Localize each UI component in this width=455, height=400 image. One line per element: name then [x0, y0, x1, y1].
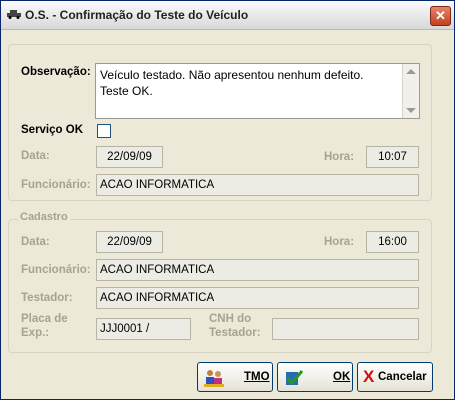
cnh-label-line1: CNH do [209, 313, 252, 325]
cadastro-funcionario-label: Funcionário: [21, 264, 91, 276]
funcionario-field: ACAO INFORMATICA [96, 174, 419, 196]
data-label: Data: [21, 150, 50, 162]
ok-button[interactable]: OK [277, 362, 353, 392]
cadastro-data-label: Data: [21, 236, 50, 248]
servico-ok-label: Serviço OK [21, 124, 83, 136]
cadastro-hora-label: Hora: [324, 236, 355, 248]
scroll-down-icon[interactable] [406, 108, 416, 113]
cancelar-button[interactable]: X Cancelar [357, 362, 433, 392]
car-icon [7, 10, 21, 19]
placa-label-line1: Placa de [21, 313, 68, 325]
scroll-up-icon[interactable] [406, 69, 416, 74]
testador-field: ACAO INFORMATICA [96, 287, 419, 309]
memo-scrollbar[interactable] [402, 64, 419, 118]
servico-ok-checkbox[interactable] [97, 124, 111, 138]
checkmark-icon [285, 370, 304, 386]
people-icon [204, 370, 224, 387]
dialog-window: O.S. - Confirmação do Teste do Veículo ✕… [0, 0, 455, 400]
hora-label: Hora: [324, 151, 355, 163]
testador-label: Testador: [21, 292, 73, 304]
funcionario-label: Funcionário: [21, 179, 91, 191]
close-icon: ✕ [435, 8, 446, 23]
cnh-field [272, 318, 419, 340]
cnh-label-line2: Testador: [209, 327, 261, 339]
cadastro-data-field: 22/09/09 [96, 231, 163, 253]
placa-field: JJJ0001 / [96, 318, 191, 340]
red-x-icon: X [363, 367, 375, 386]
observacao-textarea[interactable]: Veículo testado. Não apresentou nenhum d… [95, 63, 420, 119]
observacao-label: Observação: [21, 66, 91, 78]
cadastro-section-label: Cadastro [18, 211, 70, 223]
data-field: 22/09/09 [96, 146, 163, 168]
tmo-button-label: TMO [244, 371, 270, 383]
window-title: O.S. - Confirmação do Teste do Veículo [25, 8, 249, 22]
close-button[interactable]: ✕ [430, 6, 451, 26]
observacao-text: Veículo testado. Não apresentou nenhum d… [100, 68, 364, 98]
hora-field: 10:07 [366, 146, 419, 168]
ok-button-label: OK [333, 371, 351, 383]
cancelar-button-label: Cancelar [378, 371, 427, 383]
cadastro-hora-field: 16:00 [366, 231, 419, 253]
dialog-body: Observação: Veículo testado. Não apresen… [1, 30, 454, 399]
title-bar[interactable]: O.S. - Confirmação do Teste do Veículo ✕ [1, 1, 454, 30]
cadastro-funcionario-field: ACAO INFORMATICA [96, 259, 419, 281]
placa-label-line2: Exp.: [21, 327, 50, 339]
tmo-button[interactable]: TMO [197, 362, 273, 392]
